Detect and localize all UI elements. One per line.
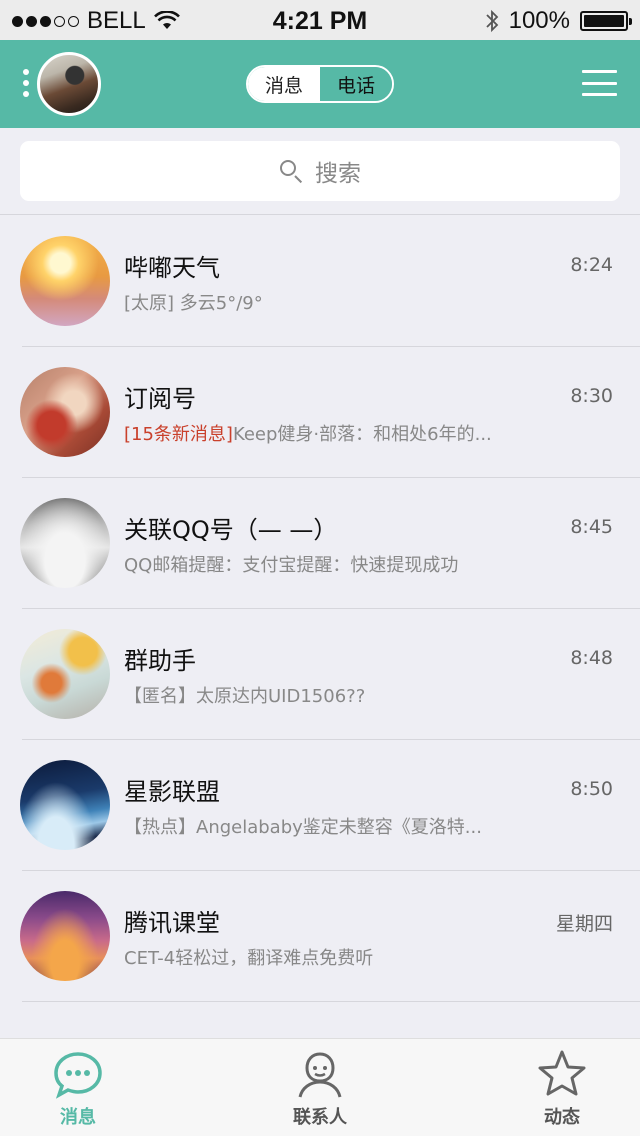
chat-preview: QQ邮箱提醒：支付宝提醒：快速提现成功 — [124, 551, 458, 577]
chat-preview: 【匿名】太原达内UID1506?? — [124, 682, 365, 708]
chat-item[interactable]: 订阅号 8:30 [15条新消息]Keep健身·部落：和相处6年的... — [0, 347, 640, 478]
search-placeholder: 搜索 — [315, 161, 361, 187]
chat-preview-highlight: [15条新消息] — [124, 424, 233, 445]
user-avatar[interactable] — [37, 52, 101, 116]
chat-avatar-subscription — [20, 367, 110, 457]
more-dots-icon[interactable] — [23, 69, 29, 97]
battery-percent: 100% — [508, 7, 570, 34]
segment-messages[interactable]: 消息 — [248, 67, 320, 101]
chat-preview: [太原] 多云5°/9° — [124, 289, 263, 315]
chat-item[interactable]: 关联QQ号（— —） 8:45 QQ邮箱提醒：支付宝提醒：快速提现成功 — [0, 478, 640, 609]
segment-calls[interactable]: 电话 — [320, 67, 392, 101]
tab-moments[interactable]: 动态 — [502, 1039, 622, 1136]
chat-item[interactable]: 哔嘟天气 8:24 [太原] 多云5°/9° — [0, 216, 640, 347]
search-icon — [279, 159, 303, 184]
bluetooth-icon — [485, 9, 498, 33]
star-icon — [538, 1050, 586, 1096]
chat-name: 腾讯课堂 — [124, 909, 220, 937]
segmented-control: 消息 电话 — [246, 65, 394, 103]
chat-preview-text: Keep健身·部落：和相处6年的... — [232, 424, 492, 445]
status-bar: BELL 4:21 PM 100% — [0, 0, 640, 40]
tab-label: 动态 — [544, 1107, 580, 1128]
chat-list: 哔嘟天气 8:24 [太原] 多云5°/9° 订阅号 8:30 [15条新消息]… — [0, 216, 640, 1002]
chat-time: 8:30 — [570, 385, 613, 407]
chat-preview-text: 【热点】Angelababy鉴定未整容《夏洛特... — [124, 817, 482, 838]
status-right: 100% — [485, 7, 632, 35]
chat-preview: 【热点】Angelababy鉴定未整容《夏洛特... — [124, 813, 482, 839]
hamburger-menu-icon[interactable] — [582, 70, 617, 96]
divider — [22, 1001, 640, 1002]
chat-item[interactable]: 星影联盟 8:50 【热点】Angelababy鉴定未整容《夏洛特... — [0, 740, 640, 871]
search-input[interactable]: 搜索 — [20, 141, 620, 201]
chat-preview-text: [太原] 多云5°/9° — [124, 293, 263, 314]
chat-name: 哔嘟天气 — [124, 254, 220, 282]
chat-bubble-icon — [54, 1052, 102, 1099]
chat-preview: [15条新消息]Keep健身·部落：和相处6年的... — [124, 420, 492, 446]
chat-time: 8:45 — [570, 516, 613, 538]
tab-bar: 消息 联系人 动态 — [0, 1038, 640, 1136]
chat-avatar-qq — [20, 498, 110, 588]
chat-preview: CET-4轻松过，翻译难点免费听 — [124, 944, 373, 970]
search-area: 搜索 — [0, 128, 640, 215]
chat-name: 关联QQ号（— —） — [124, 516, 338, 544]
chat-avatar-weather — [20, 236, 110, 326]
chat-avatar-group — [20, 629, 110, 719]
chat-time: 8:50 — [570, 778, 613, 800]
nav-bar: 消息 电话 — [0, 40, 640, 128]
chat-preview-text: CET-4轻松过，翻译难点免费听 — [124, 948, 374, 969]
battery-fill — [584, 15, 624, 27]
tab-label: 联系人 — [293, 1107, 347, 1128]
tab-messages[interactable]: 消息 — [18, 1039, 138, 1136]
chat-preview-text: 【匿名】太原达内UID1506?? — [124, 686, 366, 707]
chat-item[interactable]: 群助手 8:48 【匿名】太原达内UID1506?? — [0, 609, 640, 740]
chat-name: 订阅号 — [124, 385, 196, 413]
contact-person-icon — [298, 1052, 342, 1098]
chat-time: 8:48 — [570, 647, 613, 669]
chat-item[interactable]: 腾讯课堂 星期四 CET-4轻松过，翻译难点免费听 — [0, 871, 640, 1002]
chat-avatar-star — [20, 760, 110, 850]
chat-time: 星期四 — [555, 913, 613, 935]
tab-label: 消息 — [60, 1107, 96, 1128]
chat-preview-text: QQ邮箱提醒：支付宝提醒：快速提现成功 — [124, 555, 459, 576]
tab-contacts[interactable]: 联系人 — [260, 1039, 380, 1136]
battery-icon — [580, 11, 632, 31]
chat-name: 群助手 — [124, 647, 196, 675]
chat-avatar-classroom — [20, 891, 110, 981]
chat-name: 星影联盟 — [124, 778, 220, 806]
chat-time: 8:24 — [570, 254, 613, 276]
